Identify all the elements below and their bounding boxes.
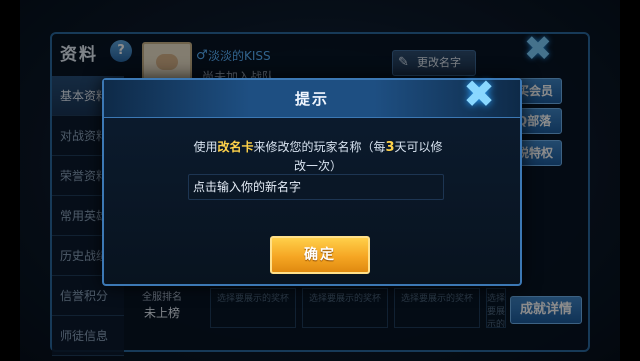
message-prefix: 使用 bbox=[193, 140, 218, 154]
days-count: 3 bbox=[385, 140, 395, 155]
dialog-message: 使用改名卡来修改您的玩家名称（每3天可以修改一次） bbox=[188, 138, 448, 175]
new-name-input[interactable] bbox=[188, 174, 444, 200]
rename-card-name: 改名卡 bbox=[217, 140, 254, 154]
screen: 资料 ? ✖ 基本资料 对战资料 荣誉资料 常用英雄 历史战绩 信誉积分 师徒信… bbox=[0, 0, 640, 361]
message-middle: 来修改您的玩家名称（每 bbox=[253, 140, 386, 154]
confirm-button[interactable]: 确定 bbox=[270, 236, 370, 274]
game-viewport: 资料 ? ✖ 基本资料 对战资料 荣誉资料 常用英雄 历史战绩 信誉积分 师徒信… bbox=[20, 0, 620, 361]
rename-dialog: 提示 ✖ 使用改名卡来修改您的玩家名称（每3天可以修改一次） 确定 bbox=[102, 74, 522, 286]
dialog-close-icon[interactable]: ✖ bbox=[456, 74, 502, 114]
